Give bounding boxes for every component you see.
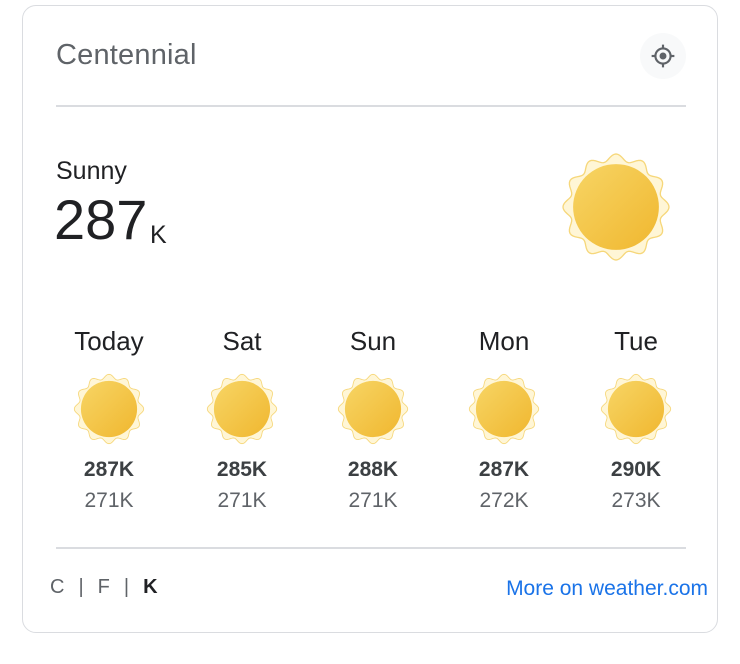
forecast-low: 271K (217, 489, 267, 512)
forecast-high: 285K (216, 458, 268, 481)
forecast-day: Mon 287K 272K (438, 321, 570, 513)
sun-icon (561, 152, 671, 262)
forecast-day: Today 287K 271K (43, 321, 175, 513)
sun-icon (600, 373, 672, 445)
forecast-high: 288K (347, 458, 399, 481)
unit-kelvin-button[interactable]: K (143, 576, 157, 599)
unit-fahrenheit-button[interactable]: F (98, 576, 110, 599)
forecast-day: Sun 288K 271K (307, 321, 439, 513)
footer-divider (56, 547, 686, 549)
sun-icon (73, 373, 145, 445)
current-temperature: 287 (54, 188, 148, 251)
forecast-high: 287K (83, 458, 135, 481)
city-name: Centennial (56, 39, 197, 71)
sun-icon (468, 373, 540, 445)
unit-separator: | (78, 576, 84, 598)
forecast-day-name: Tue (614, 326, 658, 356)
forecast-day-name: Mon (478, 326, 530, 356)
forecast-row: Today 287K 271K Sat 285K 271K Sun 288K 2… (43, 321, 703, 531)
header-divider (56, 105, 686, 107)
my-location-icon (651, 44, 675, 68)
unit-celsius-button[interactable]: C (50, 576, 64, 599)
sun-icon (206, 373, 278, 445)
forecast-high: 290K (610, 458, 662, 481)
forecast-day-name: Sat (222, 326, 262, 356)
forecast-low: 271K (84, 489, 134, 512)
forecast-low: 272K (479, 489, 529, 512)
my-location-button[interactable] (640, 33, 686, 79)
current-condition: Sunny (56, 157, 127, 185)
forecast-day: Tue 290K 273K (570, 321, 702, 513)
weather-card: Centennial Sunny 287 K Today 287K 271K S… (22, 5, 718, 633)
unit-separator: | (123, 576, 130, 598)
forecast-day-name: Sun (349, 326, 397, 356)
sun-icon (337, 373, 409, 445)
forecast-day-name: Today (74, 326, 144, 356)
current-temperature-unit: K (150, 221, 167, 249)
forecast-low: 273K (611, 489, 661, 512)
unit-toggle: C | F | K (50, 576, 158, 599)
forecast-high: 287K (478, 458, 530, 481)
forecast-day: Sat 285K 271K (176, 321, 308, 513)
more-on-weather-link[interactable]: More on weather.com (506, 577, 708, 601)
forecast-low: 271K (348, 489, 398, 512)
